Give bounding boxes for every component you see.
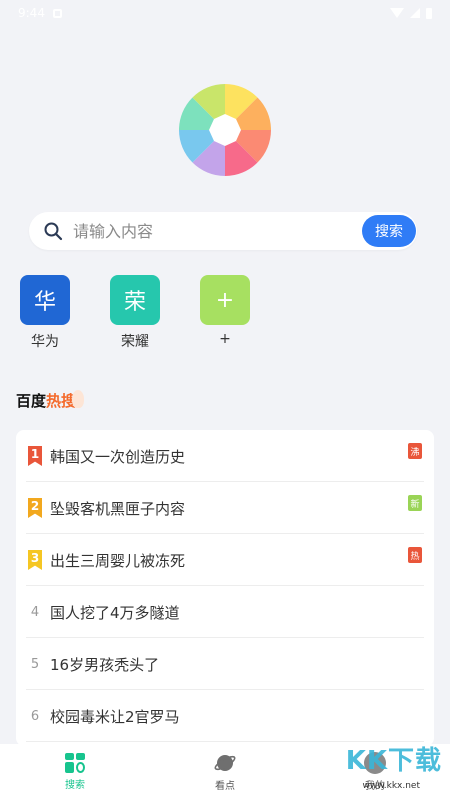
hot-item[interactable]: 5 16岁男孩秃头了 xyxy=(16,638,434,690)
nav-discover[interactable]: 看点 xyxy=(150,744,300,800)
search-button[interactable]: 搜索 xyxy=(362,215,416,247)
shortcut-honor[interactable]: 荣 荣耀 xyxy=(110,275,160,351)
rank-badge: 3 xyxy=(28,550,42,570)
hot-item[interactable]: 3 出生三周婴儿被冻死 热 xyxy=(16,534,434,586)
shortcut-label: 华为 xyxy=(31,334,59,350)
hot-tag: 新 xyxy=(408,495,422,511)
shortcut-tile[interactable]: 荣 xyxy=(110,275,160,325)
rank-badge: 2 xyxy=(28,498,42,518)
hot-title-brand: 百度 xyxy=(16,392,47,410)
watermark-logo: KK下载 xyxy=(345,746,442,776)
hot-search-list: 1 韩国又一次创造历史 沸 2 坠毁客机黑匣子内容 新 3 出生三周婴儿被冻死 … xyxy=(16,430,434,746)
hot-item-title: 校园毒米让2官罗马 xyxy=(50,707,180,726)
hot-item-title: 韩国又一次创造历史 xyxy=(50,447,186,466)
shortcut-grid: 华 华为 荣 荣耀 + + xyxy=(20,275,440,355)
nav-discover-label: 看点 xyxy=(215,781,235,792)
planet-icon xyxy=(214,755,236,771)
status-time: 9:44 xyxy=(18,6,45,20)
nav-search-label: 搜索 xyxy=(65,780,85,791)
add-shortcut-button[interactable]: + xyxy=(200,275,250,325)
rank-number: 5 xyxy=(30,656,40,672)
battery-icon xyxy=(426,7,432,19)
nav-search[interactable]: 搜索 xyxy=(0,744,150,800)
hot-item[interactable]: 1 韩国又一次创造历史 沸 xyxy=(16,430,434,482)
hot-tag: 沸 xyxy=(408,443,422,459)
signal-icon xyxy=(410,8,420,18)
search-bar: 搜索 xyxy=(29,212,417,250)
watermark-url: www.kkx.net xyxy=(362,781,421,791)
hot-item[interactable]: 6 校园毒米让2官罗马 xyxy=(16,690,434,742)
shortcut-huawei[interactable]: 华 华为 xyxy=(20,275,70,351)
shortcut-tile[interactable]: 华 xyxy=(20,275,70,325)
hot-tag: 热 xyxy=(408,547,422,563)
hot-item-title: 出生三周婴儿被冻死 xyxy=(50,551,186,570)
flame-icon xyxy=(72,389,85,408)
hot-item-title: 坠毁客机黑匣子内容 xyxy=(50,499,186,518)
wifi-icon xyxy=(390,8,404,18)
hot-item[interactable]: 4 国人挖了4万多隧道 xyxy=(16,586,434,638)
app-screen: 9:44 搜索 华 华为 xyxy=(0,0,450,800)
add-shortcut[interactable]: + + xyxy=(200,275,250,347)
rank-number: 4 xyxy=(30,604,40,620)
aperture-logo xyxy=(179,84,271,176)
notification-icon xyxy=(52,8,62,18)
hot-item[interactable]: 2 坠毁客机黑匣子内容 新 xyxy=(16,482,434,534)
hot-item-title: 16岁男孩秃头了 xyxy=(50,655,160,674)
status-bar: 9:44 xyxy=(0,0,450,26)
shortcut-label: + xyxy=(219,331,231,347)
search-icon xyxy=(44,222,63,241)
hot-item-title: 国人挖了4万多隧道 xyxy=(50,603,180,622)
shortcut-label: 荣耀 xyxy=(121,334,149,350)
grid-search-icon xyxy=(65,753,85,773)
rank-badge: 1 xyxy=(28,446,42,466)
hot-search-header: 百度 热搜 xyxy=(16,389,85,411)
rank-number: 6 xyxy=(30,708,40,724)
